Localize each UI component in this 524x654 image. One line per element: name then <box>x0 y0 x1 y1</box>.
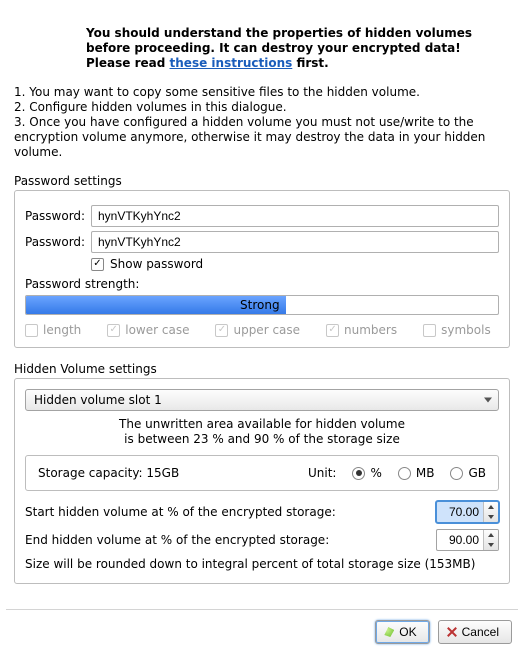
steps-text: 1. You may want to copy some sensitive f… <box>14 81 510 170</box>
password-criteria: length ✓lower case ✓upper case ✓numbers … <box>25 323 499 337</box>
rounding-note: Size will be rounded down to integral pe… <box>25 557 499 571</box>
unit-gb-radio[interactable] <box>450 467 463 480</box>
chevron-down-icon <box>484 398 492 403</box>
available-area-text: The unwritten area available for hidden … <box>25 417 499 447</box>
end-percent-input[interactable] <box>437 530 483 550</box>
ok-icon <box>384 627 394 637</box>
end-spin-down[interactable] <box>484 540 498 550</box>
password-strength-bar: Strong <box>25 295 499 315</box>
show-password-checkbox[interactable]: ✓ <box>91 258 104 271</box>
password-settings-label: Password settings <box>14 170 510 190</box>
unit-label: Unit: <box>308 466 336 480</box>
storage-capacity-label: Storage capacity: 15GB <box>38 466 179 480</box>
ok-button[interactable]: OK <box>375 620 429 644</box>
password-input-1[interactable] <box>91 205 499 227</box>
start-spin-down[interactable] <box>484 512 498 522</box>
hidden-volume-slot-dropdown[interactable]: Hidden volume slot 1 <box>25 389 499 411</box>
criteria-lower-checkbox: ✓ <box>107 324 120 337</box>
cancel-icon <box>447 627 457 637</box>
hidden-volume-settings-group: Hidden volume slot 1 The unwritten area … <box>14 378 510 584</box>
password-input-2[interactable] <box>91 231 499 253</box>
start-percent-input[interactable] <box>437 502 483 522</box>
password-settings-group: Password: Password: ✓ Show password Pass… <box>14 190 510 348</box>
password-label-1: Password: <box>25 209 91 223</box>
warning-text: You should understand the properties of … <box>14 0 510 81</box>
hidden-volume-settings-label: Hidden Volume settings <box>14 358 510 378</box>
start-percent-label: Start hidden volume at % of the encrypte… <box>25 505 336 519</box>
end-percent-label: End hidden volume at % of the encrypted … <box>25 533 329 547</box>
password-label-2: Password: <box>25 235 91 249</box>
criteria-length-checkbox <box>25 324 38 337</box>
end-percent-spinner[interactable] <box>436 529 499 551</box>
unit-mb-radio[interactable] <box>398 467 411 480</box>
start-percent-spinner[interactable] <box>436 501 499 523</box>
unit-percent-radio[interactable] <box>352 467 365 480</box>
criteria-upper-checkbox: ✓ <box>215 324 228 337</box>
criteria-symbols-checkbox <box>423 324 436 337</box>
end-spin-up[interactable] <box>484 530 498 540</box>
instructions-link[interactable]: these instructions <box>170 56 293 70</box>
show-password-label: Show password <box>110 257 203 271</box>
password-strength-label: Password strength: <box>25 277 499 291</box>
button-bar: OK Cancel <box>0 610 524 654</box>
criteria-numbers-checkbox: ✓ <box>326 324 339 337</box>
capacity-unit-box: Storage capacity: 15GB Unit: % MB GB <box>25 455 499 491</box>
cancel-button[interactable]: Cancel <box>438 620 512 644</box>
start-spin-up[interactable] <box>484 502 498 512</box>
